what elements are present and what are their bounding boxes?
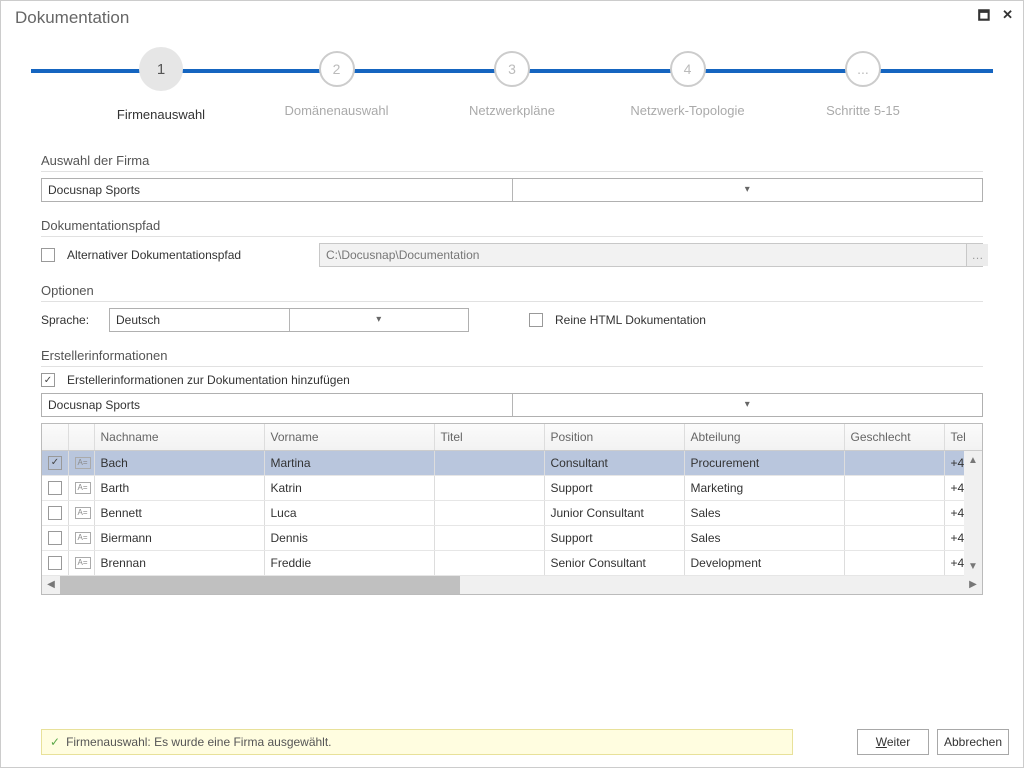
row-checkbox[interactable]: [48, 506, 62, 520]
creator-select[interactable]: Docusnap Sports ▾: [41, 393, 983, 417]
col-phone[interactable]: Tel: [944, 424, 983, 450]
cell-position: Junior Consultant: [544, 500, 684, 525]
status-bar: ✓ Firmenauswahl: Es wurde eine Firma aus…: [41, 729, 793, 755]
cell-position: Support: [544, 475, 684, 500]
cell-position: Senior Consultant: [544, 550, 684, 575]
cell-lastname: Brennan: [94, 550, 264, 575]
next-button[interactable]: Weiter: [857, 729, 929, 755]
person-card-icon: A=: [75, 457, 91, 469]
row-checkbox[interactable]: [48, 481, 62, 495]
cell-lastname: Barth: [94, 475, 264, 500]
titlebar: Dokumentation 🗖 ✕: [1, 1, 1023, 33]
chevron-down-icon: ▾: [512, 179, 983, 201]
cell-title: [434, 525, 544, 550]
cell-firstname: Luca: [264, 500, 434, 525]
person-card-icon: A=: [75, 532, 91, 544]
row-checkbox[interactable]: [48, 531, 62, 545]
window-title: Dokumentation: [15, 8, 129, 28]
close-icon[interactable]: ✕: [1002, 7, 1013, 29]
cell-department: Development: [684, 550, 844, 575]
language-value: Deutsch: [110, 313, 289, 327]
cell-firstname: Freddie: [264, 550, 434, 575]
step-2[interactable]: 2 Domänenauswahl: [267, 51, 407, 122]
table-row[interactable]: A=BrennanFreddie Senior ConsultantDevelop…: [42, 550, 983, 575]
cell-gender: [844, 500, 944, 525]
step-4[interactable]: 4 Netzwerk-Topologie: [618, 51, 758, 122]
cell-gender: [844, 550, 944, 575]
alt-path-checkbox[interactable]: [41, 248, 55, 262]
cancel-button[interactable]: Abbrechen: [937, 729, 1009, 755]
cell-department: Sales: [684, 500, 844, 525]
alt-path-label: Alternativer Dokumentationspfad: [67, 248, 307, 262]
person-card-icon: A=: [75, 482, 91, 494]
cell-title: [434, 500, 544, 525]
table-header-row: Nachname Vorname Titel Position Abteilun…: [42, 424, 983, 450]
cell-department: Sales: [684, 525, 844, 550]
table-row[interactable]: A=BarthKatrinSupportMarketing+4: [42, 475, 983, 500]
language-select[interactable]: Deutsch ▾: [109, 308, 469, 332]
cell-department: Procurement: [684, 450, 844, 475]
cell-position: Consultant: [544, 450, 684, 475]
wizard-stepper: 1 Firmenauswahl 2 Domänenauswahl 3 Netzw…: [31, 51, 993, 131]
cell-title: [434, 475, 544, 500]
col-lastname[interactable]: Nachname: [94, 424, 264, 450]
col-position[interactable]: Position: [544, 424, 684, 450]
cell-gender: [844, 475, 944, 500]
person-card-icon: A=: [75, 557, 91, 569]
cell-position: Support: [544, 525, 684, 550]
cell-department: Marketing: [684, 475, 844, 500]
check-icon: ✓: [50, 735, 60, 749]
table-row[interactable]: A=BiermannDennisSupportSales+4: [42, 525, 983, 550]
section-docpath: Dokumentationspfad: [41, 218, 983, 237]
col-department[interactable]: Abteilung: [684, 424, 844, 450]
col-gender[interactable]: Geschlecht: [844, 424, 944, 450]
section-firm: Auswahl der Firma: [41, 153, 983, 172]
cell-lastname: Biermann: [94, 525, 264, 550]
status-text: Firmenauswahl: Es wurde eine Firma ausge…: [66, 735, 331, 749]
cell-gender: [844, 450, 944, 475]
browse-button[interactable]: …: [966, 244, 988, 266]
step-1[interactable]: 1 Firmenauswahl: [91, 51, 231, 122]
col-firstname[interactable]: Vorname: [264, 424, 434, 450]
chevron-down-icon: ▾: [289, 309, 469, 331]
language-label: Sprache:: [41, 313, 97, 327]
html-only-label: Reine HTML Dokumentation: [555, 313, 706, 327]
vertical-scrollbar[interactable]: ▲ ▼: [964, 451, 982, 576]
row-checkbox[interactable]: [48, 556, 62, 570]
maximize-icon[interactable]: 🗖: [978, 7, 990, 29]
step-3[interactable]: 3 Netzwerkpläne: [442, 51, 582, 122]
cell-gender: [844, 525, 944, 550]
step-more[interactable]: ... Schritte 5-15: [793, 51, 933, 122]
html-only-checkbox[interactable]: [529, 313, 543, 327]
row-checkbox[interactable]: ✓: [48, 456, 62, 470]
col-title[interactable]: Titel: [434, 424, 544, 450]
table-row[interactable]: A=BennettLucaJunior ConsultantSales+4: [42, 500, 983, 525]
cell-title: [434, 550, 544, 575]
cell-firstname: Martina: [264, 450, 434, 475]
cell-title: [434, 450, 544, 475]
table-row[interactable]: ✓A=BachMartinaConsultantProcurement+4: [42, 450, 983, 475]
add-creator-checkbox[interactable]: ✓: [41, 373, 55, 387]
cell-firstname: Dennis: [264, 525, 434, 550]
chevron-down-icon: ▾: [512, 394, 983, 416]
section-options: Optionen: [41, 283, 983, 302]
doc-path-input: C:\Docusnap\Documentation …: [319, 243, 983, 267]
firm-select[interactable]: Docusnap Sports ▾: [41, 178, 983, 202]
section-creator: Erstellerinformationen: [41, 348, 983, 367]
person-card-icon: A=: [75, 507, 91, 519]
add-creator-label: Erstellerinformationen zur Dokumentation…: [67, 373, 350, 387]
creator-table: Nachname Vorname Titel Position Abteilun…: [41, 423, 983, 595]
cell-lastname: Bach: [94, 450, 264, 475]
firm-select-value: Docusnap Sports: [42, 183, 512, 197]
creator-select-value: Docusnap Sports: [42, 398, 512, 412]
horizontal-scrollbar[interactable]: ◀ ▶: [42, 576, 982, 594]
cell-firstname: Katrin: [264, 475, 434, 500]
cell-lastname: Bennett: [94, 500, 264, 525]
